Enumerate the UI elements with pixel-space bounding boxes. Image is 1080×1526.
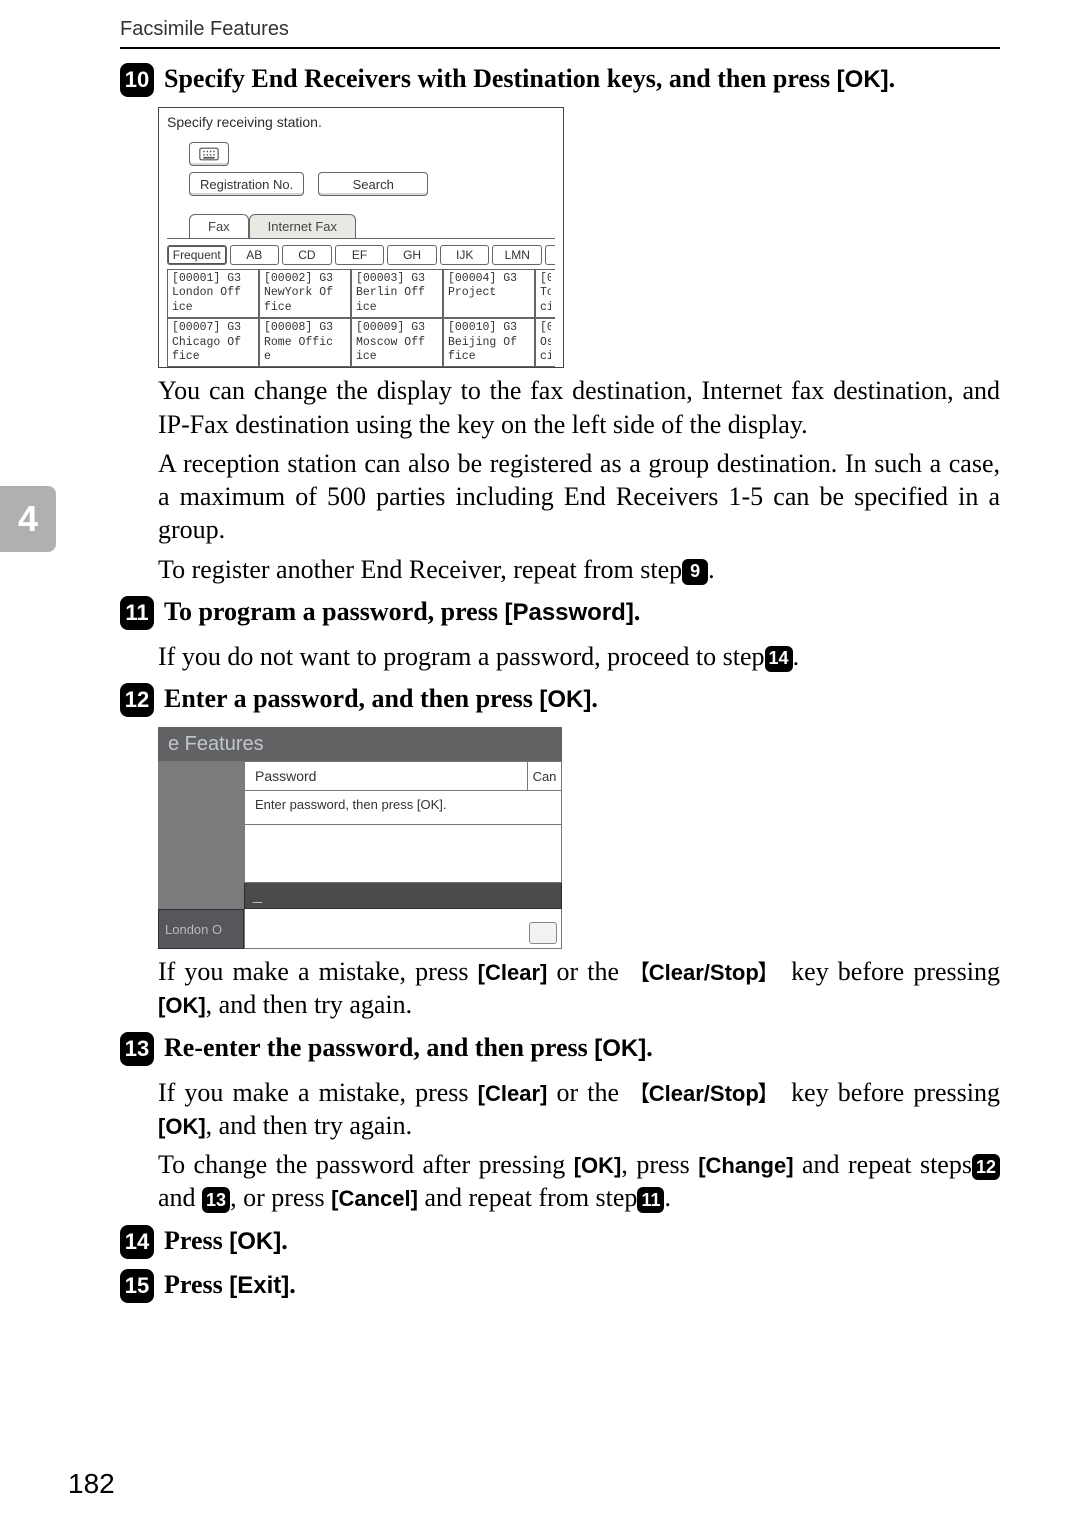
page-number: 182 bbox=[68, 1468, 115, 1500]
tab-fax[interactable]: Fax bbox=[189, 214, 249, 238]
step-12-ref-badge: 12 bbox=[972, 1154, 1000, 1180]
small-button[interactable] bbox=[529, 922, 557, 944]
step-14-badge: 14 bbox=[120, 1225, 154, 1259]
step-11-ref-badge: 11 bbox=[637, 1187, 664, 1213]
list-item-london[interactable]: London O bbox=[158, 909, 244, 949]
clear-key: [Clear] bbox=[478, 1081, 548, 1106]
step-13-badge: 13 bbox=[120, 1032, 154, 1066]
keypad-icon[interactable] bbox=[189, 142, 229, 166]
az-frequent[interactable]: Frequent bbox=[167, 245, 227, 265]
cancel-key: [Cancel] bbox=[331, 1186, 418, 1211]
step-13-paragraph-1: If you make a mistake, press [Clear] or … bbox=[158, 1076, 1000, 1143]
running-head-rule bbox=[120, 47, 1000, 49]
ok-key: [OK] bbox=[837, 66, 889, 93]
password-key: [Password] bbox=[504, 599, 633, 626]
step-10-paragraph-2: A reception station can also be register… bbox=[158, 447, 1000, 547]
step-10-title-pre: Specify End Receivers with Destination k… bbox=[164, 64, 837, 93]
step-15-badge: 15 bbox=[120, 1269, 154, 1303]
dest-cell[interactable]: [00007] G3Chicago Office bbox=[167, 318, 259, 367]
step-12-body: If you make a mistake, press [Clear] or … bbox=[158, 955, 1000, 1022]
ok-key: [OK] bbox=[594, 1035, 646, 1062]
step-10-badge: 10 bbox=[120, 63, 154, 97]
exit-key: [Exit] bbox=[229, 1272, 289, 1299]
step-14-ref-badge: 14 bbox=[765, 646, 793, 672]
password-area bbox=[244, 825, 562, 883]
chapter-tab: 4 bbox=[0, 486, 56, 552]
panel-title: Specify receiving station. bbox=[159, 108, 563, 136]
dest-cell-cut[interactable]: [0Osci bbox=[535, 318, 555, 367]
ok-key: [OK] bbox=[158, 993, 206, 1018]
dest-cell[interactable]: [00001] G3London Office bbox=[167, 269, 259, 318]
dest-cell-cut[interactable]: [0Toci bbox=[535, 269, 555, 318]
running-head: Facsimile Features bbox=[120, 18, 1000, 41]
password-label: Password bbox=[244, 761, 528, 791]
az-ijk[interactable]: IJK bbox=[440, 245, 490, 265]
tab-internet-fax[interactable]: Internet Fax bbox=[249, 214, 356, 238]
step-11-badge: 11 bbox=[120, 596, 154, 630]
step-10-paragraph-3: To register another End Receiver, repeat… bbox=[158, 553, 1000, 586]
password-input[interactable]: _ bbox=[244, 883, 562, 909]
dest-cell[interactable]: [00008] G3Rome Office bbox=[259, 318, 351, 367]
password-panel: e Features Password Can Enter password, … bbox=[158, 727, 562, 949]
cancel-button-fragment[interactable]: Can bbox=[528, 761, 562, 791]
dest-cell[interactable]: [00002] G3NewYork Office bbox=[259, 269, 351, 318]
az-lmn[interactable]: LMN bbox=[492, 245, 542, 265]
step-12-heading: Enter a password, and then press [OK]. bbox=[164, 684, 598, 714]
step-12-badge: 12 bbox=[120, 683, 154, 717]
clear-key: [Clear] bbox=[478, 960, 548, 985]
ok-key: [OK] bbox=[158, 1114, 206, 1139]
az-ef[interactable]: EF bbox=[335, 245, 385, 265]
step-10-title-post: . bbox=[889, 64, 896, 93]
dest-cell[interactable]: [00009] G3Moscow Office bbox=[351, 318, 443, 367]
step-11-body: If you do not want to program a password… bbox=[158, 640, 1000, 673]
change-key: [Change] bbox=[698, 1153, 793, 1178]
step-11-heading: To program a password, press [Password]. bbox=[164, 597, 640, 627]
az-ab[interactable]: AB bbox=[230, 245, 280, 265]
step-14-heading: Press [OK]. bbox=[164, 1226, 288, 1256]
search-button[interactable]: Search bbox=[318, 172, 428, 196]
receiving-station-panel: Specify receiving station. Registration … bbox=[158, 107, 564, 368]
dest-cell[interactable]: [00010] G3Beijing Office bbox=[443, 318, 535, 367]
password-instruction: Enter password, then press [OK]. bbox=[244, 791, 562, 825]
ok-key: [OK] bbox=[574, 1153, 622, 1178]
dest-cell[interactable]: [00004] G3Project bbox=[443, 269, 535, 318]
dest-cell[interactable]: [00003] G3Berlin Office bbox=[351, 269, 443, 318]
step-15-heading: Press [Exit]. bbox=[164, 1270, 296, 1300]
ok-key: [OK] bbox=[539, 686, 591, 713]
step-13-ref-badge: 13 bbox=[202, 1187, 230, 1213]
step-10-heading: Specify End Receivers with Destination k… bbox=[164, 64, 895, 94]
destination-grid: [00001] G3London Office [00002] G3NewYor… bbox=[167, 269, 563, 367]
az-gh[interactable]: GH bbox=[387, 245, 437, 265]
step-10-paragraph-1: You can change the display to the fax de… bbox=[158, 374, 1000, 441]
ok-key: [OK] bbox=[229, 1228, 281, 1255]
az-cd[interactable]: CD bbox=[282, 245, 332, 265]
step-9-ref-badge: 9 bbox=[682, 559, 708, 585]
features-titlebar: e Features bbox=[158, 727, 562, 761]
az-more[interactable] bbox=[545, 245, 555, 265]
clear-stop-hardkey: Clear/Stop bbox=[628, 1081, 782, 1106]
registration-no-button[interactable]: Registration No. bbox=[189, 172, 304, 196]
clear-stop-hardkey: Clear/Stop bbox=[628, 960, 782, 985]
panel-left-gap bbox=[158, 761, 244, 791]
step-13-heading: Re-enter the password, and then press [O… bbox=[164, 1033, 653, 1063]
step-13-paragraph-2: To change the password after pressing [O… bbox=[158, 1148, 1000, 1215]
